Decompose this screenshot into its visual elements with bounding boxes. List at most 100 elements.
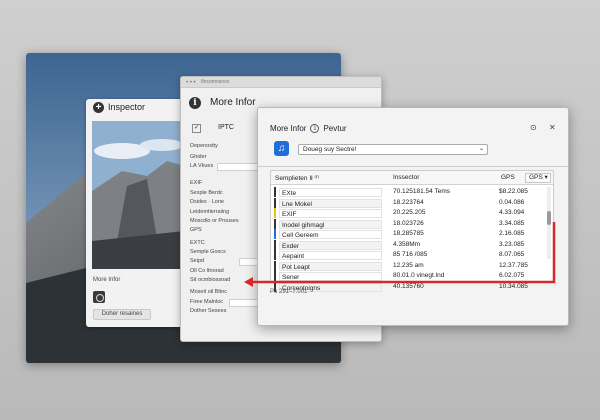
scrollbar-thumb[interactable] xyxy=(547,211,551,225)
divider xyxy=(258,166,568,167)
iptc-label: IPTC xyxy=(218,124,234,131)
scrollbar[interactable] xyxy=(547,187,551,259)
inspector-title: Inspector xyxy=(108,102,146,112)
row-marker xyxy=(274,260,276,271)
dialog-options-icon[interactable]: ⊙ xyxy=(530,123,537,132)
dialog-footer: Po 291–7.001 xyxy=(270,289,308,295)
more-info-dialog: More Infor i Pevtur ⊙ ✕ ♫ Doueg suy Sect… xyxy=(257,107,569,326)
row-name: Inodel gihmagl xyxy=(279,219,382,229)
table-row[interactable]: Aepaint 85 716 /085 8.07.065 xyxy=(271,250,553,261)
row-marker xyxy=(274,229,276,239)
row-gps-value: 4.33.094 xyxy=(499,209,525,216)
dialog-header: More Infor i Pevtur xyxy=(270,124,347,133)
info-row-label: Leidemtierraiing xyxy=(190,209,230,215)
row-gps-value: 8.07.065 xyxy=(499,251,525,258)
info-row-label: Sexple Berdc xyxy=(190,190,223,196)
preview-label: Pevtur xyxy=(323,124,347,133)
info-row-label: Seipd xyxy=(190,258,205,264)
info-row-field[interactable] xyxy=(217,163,259,171)
info-window-titlebar: • • • Ifocomnsoox xyxy=(181,77,381,88)
info-window-titlebar-text: Ifocomnsoox xyxy=(201,79,230,85)
table-row[interactable]: Pot Leapt 12.235 am 12.37.785 xyxy=(271,260,553,272)
source-dropdown-value: Doueg suy Sectre! xyxy=(303,146,357,153)
info-row-label: Dsides · Lone xyxy=(190,199,224,205)
row-gps-value: 2.16.085 xyxy=(499,230,525,237)
info-row-label: Sit ocmbiossoad xyxy=(190,277,231,283)
row-value: 18.285785 xyxy=(393,230,424,237)
plus-icon[interactable]: + xyxy=(93,102,104,113)
info-row-label: Firee Malnloc xyxy=(190,299,224,305)
photo-thumbnail xyxy=(92,121,184,269)
row-name: Pot Leapt xyxy=(279,261,382,271)
row-marker xyxy=(274,197,276,208)
row-gps-value: 10.34.085 xyxy=(499,282,528,290)
row-value: 18.023726 xyxy=(393,219,424,227)
row-value: 4.358Mm xyxy=(393,240,421,248)
row-value: 40.135760 xyxy=(393,282,424,290)
info-row-label: Depenostty xyxy=(190,143,218,149)
info-icon: i xyxy=(189,97,201,109)
row-gps-value: 3.23.085 xyxy=(499,240,525,248)
chevron-down-icon: ⌄ xyxy=(478,146,484,152)
column-header[interactable]: GPS xyxy=(501,174,515,181)
info-row-label: Moscdlo or Prouses xyxy=(190,218,239,224)
table-row[interactable]: Sener 80.01.0 vinegt.lnd 6.02.075 xyxy=(271,271,553,282)
row-value: 18.223764 xyxy=(393,198,424,206)
record-icon[interactable] xyxy=(93,291,105,303)
info-row-label: EXTC xyxy=(190,240,205,246)
column-header[interactable]: Semplieten Ił ⁽ᶠ⁾ xyxy=(275,174,319,182)
row-marker xyxy=(274,208,276,218)
info-row-label: GPS xyxy=(190,227,202,233)
table-row[interactable]: Corcentoigns 40.135760 10.34.085 xyxy=(271,281,553,293)
row-gps-value: 6.02.075 xyxy=(499,272,525,279)
window-dots-icon[interactable]: • • • xyxy=(186,80,196,86)
row-gps-value: 0.04.086 xyxy=(499,198,525,206)
info-row-label: Ghider xyxy=(190,154,207,160)
row-marker xyxy=(274,187,276,197)
row-name: Lne Mokel xyxy=(279,198,382,208)
row-value: 70.125181.54 Tems xyxy=(393,188,450,195)
source-dropdown[interactable]: Doueg suy Sectre! ⌄ xyxy=(298,144,488,155)
row-gps-value: 12.37.785 xyxy=(499,261,528,269)
row-marker xyxy=(274,218,276,229)
table-row[interactable]: EXIF 20.225.205 4.33.094 xyxy=(271,208,553,219)
table-row[interactable]: Cell Gereem 18.285785 2.16.085 xyxy=(271,229,553,240)
gps-column-dropdown[interactable]: GPS ▾ xyxy=(525,173,551,183)
table-row[interactable]: EXte 70.125181.54 Tems $8.22.085 xyxy=(271,187,553,198)
row-value: 85 716 /085 xyxy=(393,251,428,258)
column-header[interactable]: Inssector xyxy=(393,174,419,181)
info-circle-icon: i xyxy=(310,124,320,133)
metadata-table: Semplieten Ił ⁽ᶠ⁾ Inssector GPS GPS ▾ EX… xyxy=(270,170,554,292)
table-row[interactable]: Lne Mokel 18.223764 0.04.086 xyxy=(271,197,553,209)
row-name: EXIF xyxy=(279,209,382,218)
music-app-icon: ♫ xyxy=(274,141,289,156)
row-name: Exder xyxy=(279,240,382,250)
gps-dropdown-label: GPS xyxy=(529,174,543,181)
info-row-label: Semple Goxcs xyxy=(190,249,226,255)
row-marker xyxy=(274,239,276,250)
info-row-label: EXIF xyxy=(190,180,203,186)
dother-button[interactable]: Doher resaines xyxy=(93,309,151,320)
table-header: Semplieten Ił ⁽ᶠ⁾ Inssector GPS xyxy=(271,171,553,185)
inspector-panel: + Inspector More Infor Doher resaines xyxy=(86,99,192,327)
row-name: EXte xyxy=(279,188,382,197)
table-row[interactable]: Inodel gihmagl 18.023726 3.34.085 xyxy=(271,218,553,230)
row-gps-value: $8.22.085 xyxy=(499,188,528,195)
row-value: 80.01.0 vinegt.lnd xyxy=(393,272,445,279)
row-marker xyxy=(274,250,276,260)
dialog-title: More Infor xyxy=(270,124,307,133)
close-icon[interactable]: ✕ xyxy=(549,123,556,132)
info-row-label: LA Vkues xyxy=(190,163,214,169)
iptc-checkbox[interactable]: ✓ xyxy=(192,124,201,133)
row-name: Aepaint xyxy=(279,251,382,260)
info-row-label: Oll Co ltnorad xyxy=(190,268,224,274)
row-name: Sener xyxy=(279,272,382,281)
more-info-label: More Infor xyxy=(93,277,121,283)
info-row-label: Dother Sesees xyxy=(190,308,227,314)
table-row[interactable]: Exder 4.358Mm 3.23.085 xyxy=(271,239,553,251)
info-window-title: More Infor xyxy=(210,97,256,108)
row-name: Cell Gereem xyxy=(279,230,382,239)
row-value: 20.225.205 xyxy=(393,209,426,216)
row-marker xyxy=(274,271,276,281)
row-gps-value: 3.34.085 xyxy=(499,219,525,227)
